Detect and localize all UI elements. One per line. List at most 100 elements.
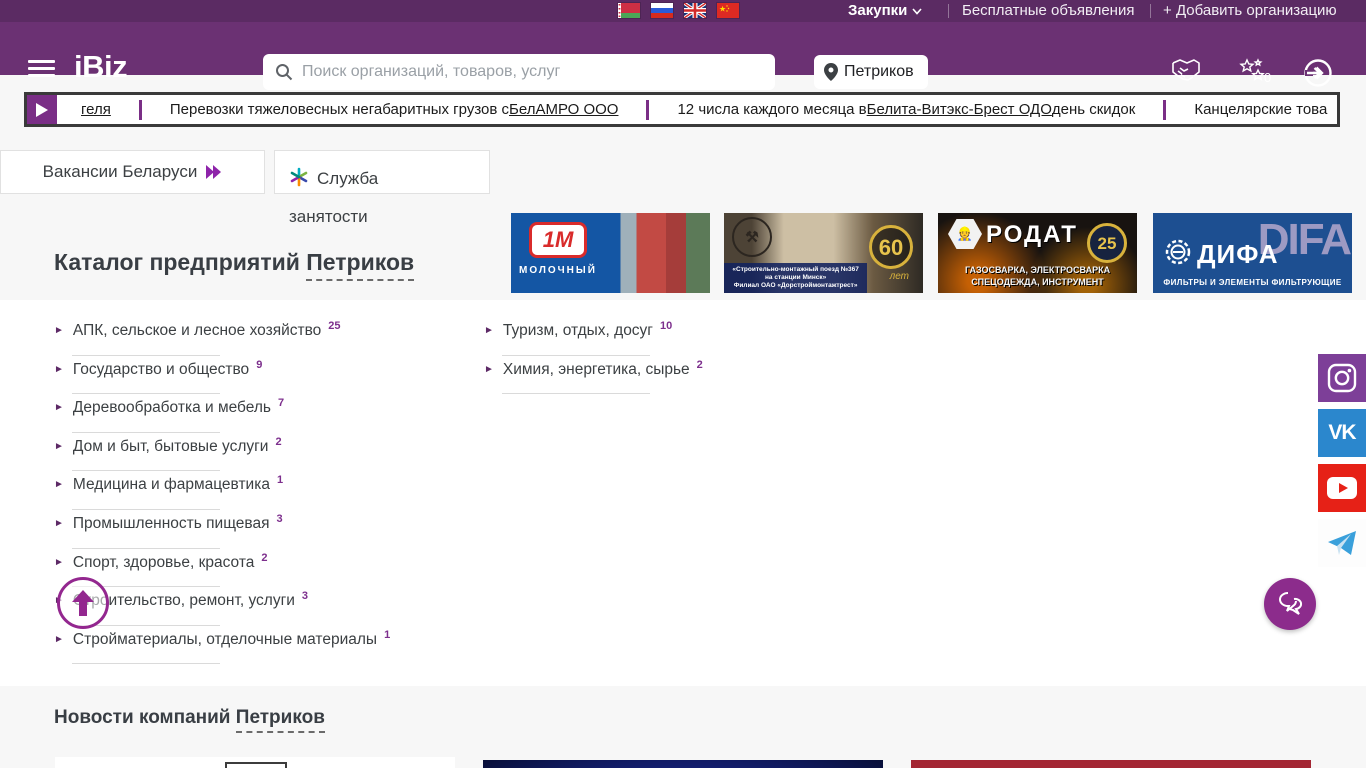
banner-logo: 1М [529,222,587,258]
city-selector[interactable]: Петриков [306,249,414,281]
tab-vacancies[interactable]: Вакансии Беларуси [0,150,265,194]
catalog-title: Каталог предприятий Петриков [54,249,414,276]
page: ★ Закупки Бесплатные объявления + Добави… [0,0,1366,768]
flag-russia-icon[interactable] [651,3,673,18]
category-item[interactable]: ►Химия, энергетика, сырье2 [484,357,784,396]
flag-china-icon[interactable]: ★ [717,3,739,18]
login-icon[interactable] [1303,58,1333,88]
chevron-down-icon [912,8,922,15]
svg-text:★: ★ [719,5,726,14]
category-item[interactable]: ►Спорт, здоровье, красота2 [54,550,454,589]
arrow-up-icon [72,590,94,616]
flag-uk-icon[interactable] [684,3,706,18]
social-youtube[interactable] [1318,464,1366,512]
category-item[interactable]: ►Государство и общество9 [54,357,454,396]
social-vk[interactable]: VK [1318,409,1366,457]
triangle-right-icon: ► [54,634,64,645]
ticker-link[interactable]: Белита-Витэкс-Брест ОДО [867,101,1052,118]
topbar: ★ Закупки Бесплатные объявления + Добави… [0,0,1366,22]
double-chevron-right-icon [206,165,222,179]
category-item[interactable]: ►АПК, сельское и лесное хозяйство25 [54,318,454,357]
banner-smp-367[interactable]: ⚒ 60 лет «Строительно-монтажный поезд №3… [724,213,923,293]
search-input[interactable] [302,63,763,81]
divider [72,432,220,433]
category-item[interactable]: ►Промышленность пищевая3 [54,511,454,550]
triangle-right-icon: ► [54,518,64,529]
category-item[interactable]: ►Туризм, отдых, досуг10 [484,318,784,357]
news-title: Новости компаний Петриков [54,707,325,729]
news-ticker: геля Перевозки тяжеловесных негабаритных… [24,92,1340,127]
ticker-link[interactable]: БелАМРО ООО [509,101,618,118]
banner-1m-molochny[interactable]: 1М МОЛОЧНЫЙ [511,213,710,293]
category-list-left: ►АПК, сельское и лесное хозяйство25 ►Гос… [54,318,454,665]
ticker-text: 12 числа каждого месяца в [677,101,866,118]
category-item[interactable]: ►Дом и быт, бытовые услуги2 [54,434,454,473]
divider [72,548,220,549]
category-item[interactable]: ►Стройматериалы, отделочные материалы1 [54,627,454,666]
chat-bubbles-icon [1275,591,1305,617]
location-pin-icon [824,63,838,81]
triangle-right-icon: ► [54,441,64,452]
chat-button[interactable] [1264,578,1316,630]
city-selector[interactable]: Петриков [236,707,325,733]
ticker-separator [1163,100,1166,120]
news-card[interactable] [911,760,1311,768]
procurement-menu[interactable]: Закупки [848,0,922,22]
banner-difa[interactable]: DIFA ДИФА ФИЛЬТРЫ И ЭЛЕМЕНТЫ ФИЛЬТРУЮЩИЕ [1153,213,1352,293]
add-organization-link[interactable]: + Добавить организацию [1163,0,1337,22]
news-card[interactable] [55,757,455,768]
news-card[interactable] [483,760,883,768]
employment-service-icon [289,167,309,187]
divider [72,509,220,510]
search-bar [263,54,775,90]
category-item[interactable]: ►Деревообработка и мебель7 [54,395,454,434]
welder-icon: 👷 [948,219,982,249]
divider [502,393,650,394]
social-instagram[interactable] [1318,354,1366,402]
header: iBiz Петриков 0 [0,22,1366,75]
ticker-separator [139,100,142,120]
instagram-icon [1327,363,1357,393]
triangle-right-icon: ► [54,325,64,336]
triangle-right-icon: ► [54,402,64,413]
topbar-divider [948,4,949,18]
plus-icon: + [1163,2,1172,19]
triangle-right-icon: ► [54,479,64,490]
location-selector[interactable]: Петриков [814,55,928,89]
scroll-to-top-button[interactable] [57,577,109,629]
company-logo [225,762,287,768]
category-list-right: ►Туризм, отдых, досуг10 ►Химия, энергети… [484,318,784,395]
social-telegram[interactable] [1318,519,1366,567]
free-ads-link[interactable]: Бесплатные объявления [962,0,1134,22]
triangle-right-icon: ► [54,364,64,375]
ticker-separator [646,100,649,120]
flag-belarus-icon[interactable] [618,3,640,18]
divider [72,355,220,356]
triangle-right-icon: ► [484,364,494,375]
triangle-right-icon: ► [54,557,64,568]
category-item[interactable]: ►Медицина и фармацевтика1 [54,472,454,511]
divider [72,470,220,471]
vk-icon: VK [1328,421,1355,445]
ticker-link[interactable]: геля [81,101,111,118]
topbar-divider [1150,4,1151,18]
ticker-text: Перевозки тяжеловесных негабаритных груз… [170,101,509,118]
telegram-icon [1327,529,1357,557]
divider [72,393,220,394]
banner-rodat[interactable]: 👷 РОДАТ 25 ГАЗОСВАРКА, ЭЛЕКТРОСВАРКА СПЕ… [938,213,1137,293]
language-flags: ★ [618,3,739,18]
triangle-right-icon: ► [484,325,494,336]
tab-employment-service[interactable]: Служба занятости [274,150,490,194]
banner-stamp-icon: ⚒ [732,217,772,257]
category-item[interactable]: ►Строительство, ремонт, услуги3 [54,588,454,627]
youtube-icon [1327,477,1357,499]
search-icon [275,63,293,81]
gear-icon [1163,237,1193,267]
ticker-text: Канцелярские това [1194,101,1327,118]
location-label: Петриков [844,63,914,81]
divider [72,663,220,664]
favorites-count[interactable]: 0 [1264,70,1271,85]
menu-hamburger-icon[interactable] [28,60,55,78]
site-logo[interactable]: iBiz [74,49,127,85]
handshake-icon[interactable] [1170,58,1202,84]
